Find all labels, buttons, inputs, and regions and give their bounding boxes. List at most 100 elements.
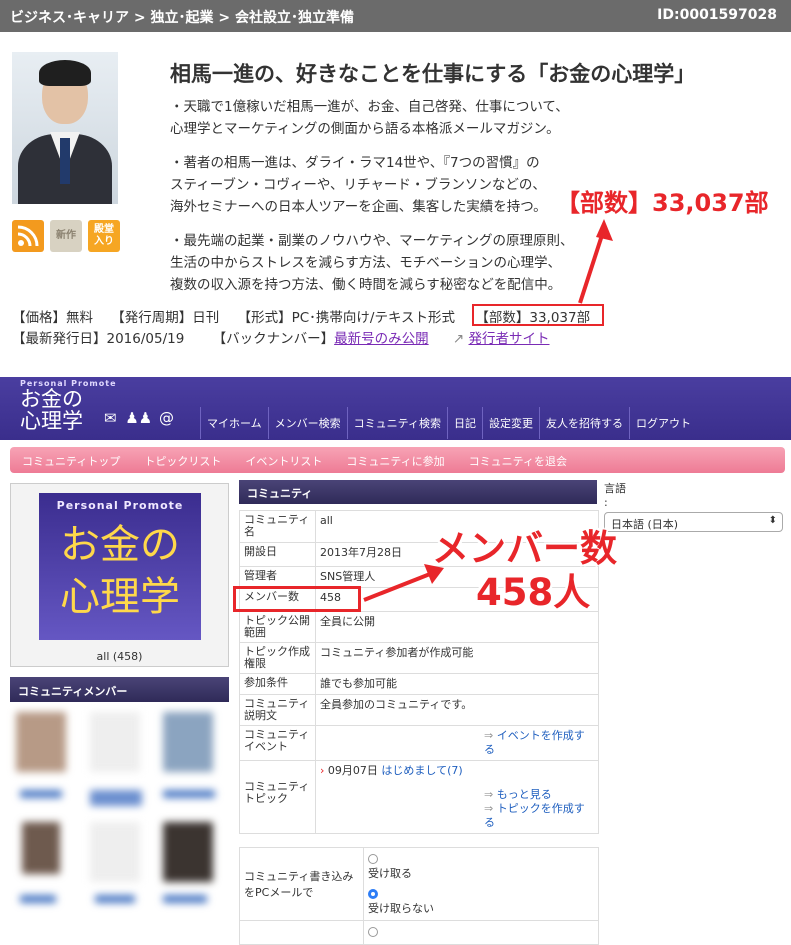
- receive-label: 受け取る: [368, 867, 412, 880]
- member-name[interactable]: [90, 790, 142, 806]
- member-name[interactable]: [20, 790, 62, 798]
- member-avatar[interactable]: [90, 712, 140, 772]
- at-icon[interactable]: @: [159, 409, 174, 427]
- external-arrow-icon: ↗: [452, 331, 465, 347]
- period: 【発行周期】日刊: [111, 310, 220, 326]
- site-logo[interactable]: お金の 心理学: [20, 388, 83, 432]
- member-avatar[interactable]: [163, 712, 213, 772]
- magazine-title: 相馬一進の、好きなことを仕事にする「お金の心理学」: [170, 62, 696, 86]
- member-name[interactable]: [95, 895, 135, 903]
- create-event-link[interactable]: イベントを作成する: [484, 729, 585, 756]
- row-label: コミュニティ説明文: [239, 694, 316, 726]
- nav-member-search[interactable]: メンバー検索: [267, 407, 347, 439]
- description-2: ・著者の相馬一進は、ダライ・ラマ14世や、『7つの習慣』の スティーブン・コヴィ…: [170, 152, 547, 218]
- arrow-icon: ⇒: [484, 802, 494, 815]
- author-photo: [12, 52, 118, 204]
- row-value: [363, 920, 599, 945]
- tab-community-top[interactable]: コミュニティトップ: [22, 447, 120, 473]
- not-receive-label: 受け取らない: [368, 902, 434, 915]
- latest-date: 【最新発行日】2016/05/19: [12, 331, 185, 347]
- member-count-annotation-number: 458人: [476, 571, 591, 614]
- description-1: ・天職で1億稼いだ相馬一進が、お金、自己啓発、仕事について、 心理学とマーケティ…: [170, 96, 569, 140]
- nav-logout[interactable]: ログアウト: [629, 407, 697, 439]
- nav-my-home[interactable]: マイホーム: [200, 407, 268, 439]
- row-value: 全員に公開: [315, 611, 599, 643]
- more-link[interactable]: もっと見る: [497, 788, 552, 801]
- annotation-arrow-1: [578, 219, 613, 304]
- header-icons: ✉ ♟♟ @: [104, 409, 174, 427]
- row-label: 参加条件: [239, 673, 316, 695]
- colon: :: [604, 496, 608, 509]
- language-select[interactable]: 日本語 (日本) ⬍: [604, 512, 783, 532]
- table-row: [239, 920, 599, 945]
- backnumber-label: 【バックナンバー】: [212, 331, 335, 347]
- row-label: [239, 920, 364, 945]
- arrow-icon: ⇒: [484, 788, 494, 801]
- hall-of-fame-badge: 殿堂 入り: [88, 220, 120, 252]
- image-title: お金の 心理学: [39, 519, 201, 623]
- member-name[interactable]: [163, 790, 215, 798]
- desc-line: 生活の中からストレスを減らす方法、モチベーションの心理学、: [170, 255, 561, 271]
- row-label: トピック作成権限: [239, 642, 316, 674]
- logo-line-2: 心理学: [20, 409, 83, 433]
- nav-invite[interactable]: 友人を招待する: [539, 407, 629, 439]
- table-row: トピック作成権限 コミュニティ参加者が作成可能: [239, 642, 599, 674]
- nav-community-search[interactable]: コミュニティ検索: [346, 407, 447, 439]
- row-value: ⇒ イベントを作成する: [315, 725, 599, 761]
- nav-diary[interactable]: 日記: [447, 407, 482, 439]
- row-label: コミュニティ書き込みをPCメールで: [239, 847, 364, 921]
- desc-line: スティーブン・コヴィーや、リチャード・ブランソンなどの、: [170, 177, 546, 193]
- community-subnav: コミュニティトップ トピックリスト イベントリスト コミュニティに参加 コミュニ…: [10, 447, 785, 473]
- logo-line-1: お金の: [20, 387, 83, 411]
- community-caption: all (458): [96, 650, 143, 663]
- row-label: 開設日: [239, 542, 316, 567]
- tab-topic-list[interactable]: トピックリスト: [144, 447, 221, 473]
- backnumber-link[interactable]: 最新号のみ公開: [334, 331, 429, 347]
- member-avatar[interactable]: [163, 822, 213, 882]
- member-name[interactable]: [163, 895, 207, 903]
- subscriber-count-annotation: 【部数】33,037部: [556, 189, 769, 217]
- chevron-updown-icon: ⬍: [768, 515, 777, 526]
- member-name[interactable]: [20, 895, 56, 903]
- rss-icon[interactable]: [12, 220, 44, 252]
- row-label: 管理者: [239, 566, 316, 588]
- mail-icon[interactable]: ✉: [104, 409, 117, 427]
- publisher-link[interactable]: 発行者サイト: [469, 331, 550, 347]
- tab-join[interactable]: コミュニティに参加: [346, 447, 444, 473]
- table-row: コミュニティ説明文 全員参加のコミュニティです。: [239, 694, 599, 726]
- desc-line: ・天職で1億稼いだ相馬一進が、お金、自己啓発、仕事について、: [170, 99, 569, 115]
- language-value: 日本語 (日本): [611, 518, 679, 531]
- badge-line-2: 入り: [94, 236, 114, 247]
- member-avatar[interactable]: [90, 822, 140, 882]
- badge-line-1: 殿堂: [94, 224, 114, 235]
- radio-not-receive[interactable]: [368, 889, 378, 899]
- radio-option[interactable]: [368, 927, 378, 937]
- table-row: 参加条件 誰でも参加可能: [239, 673, 599, 695]
- nav-settings[interactable]: 設定変更: [482, 407, 539, 439]
- image-subtitle: Personal Promote: [56, 499, 184, 512]
- community-info-header: コミュニティ: [239, 480, 597, 504]
- table-row: トピック公開範囲 全員に公開: [239, 611, 599, 643]
- topic-link[interactable]: はじめまして(7): [381, 764, 462, 777]
- language-label: 言語: [604, 482, 626, 495]
- row-value: 誰でも参加可能: [315, 673, 599, 695]
- members-icon[interactable]: ♟♟: [125, 409, 152, 427]
- row-label: コミュニティトピック: [239, 760, 316, 834]
- row-value: 受け取る 受け取らない: [363, 847, 599, 921]
- member-avatar[interactable]: [22, 822, 60, 874]
- row-label: コミュニティ名: [239, 510, 316, 543]
- tab-leave[interactable]: コミュニティを退会: [469, 447, 567, 473]
- table-row: コミュニティトピック › 09月07日 はじめまして(7) ⇒ もっと見る ⇒ …: [239, 760, 599, 834]
- tab-event-list[interactable]: イベントリスト: [245, 447, 322, 473]
- highlight-box: [472, 304, 604, 326]
- radio-receive[interactable]: [368, 854, 378, 864]
- member-avatar[interactable]: [16, 712, 66, 772]
- highlight-box: [233, 586, 361, 612]
- bullet-icon: ›: [320, 764, 325, 777]
- row-label: トピック公開範囲: [239, 611, 316, 643]
- create-topic-link[interactable]: トピックを作成する: [484, 802, 585, 829]
- desc-line: 心理学とマーケティングの側面から語る本格派メールマガジン。: [170, 121, 560, 137]
- community-image[interactable]: Personal Promote お金の 心理学: [39, 493, 201, 640]
- row-value: 全員参加のコミュニティです。: [315, 694, 599, 726]
- breadcrumb[interactable]: ビジネス･キャリア > 独立･起業 > 会社設立･独立準備: [10, 7, 354, 27]
